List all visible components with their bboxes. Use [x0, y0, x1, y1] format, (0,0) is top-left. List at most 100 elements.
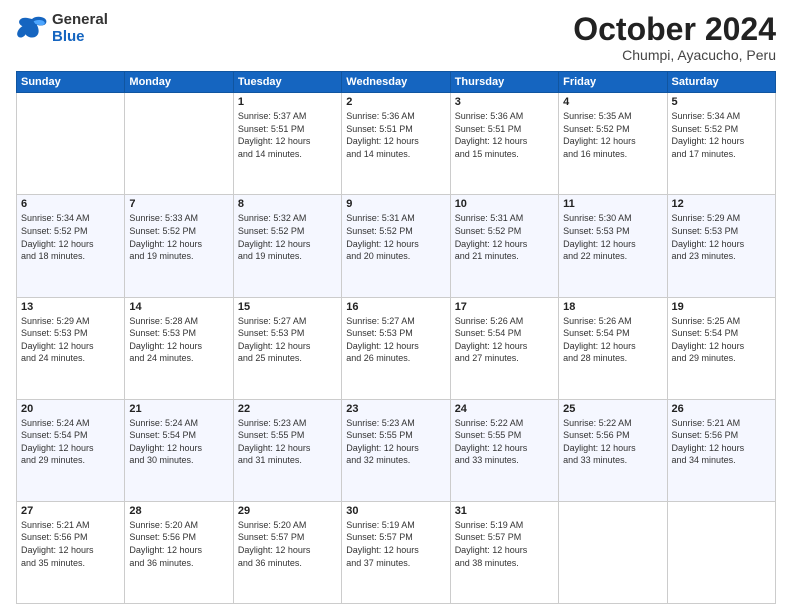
cell-info-text: Sunrise: 5:24 AM Sunset: 5:54 PM Dayligh… — [21, 417, 120, 467]
cell-info-text: Sunrise: 5:20 AM Sunset: 5:57 PM Dayligh… — [238, 519, 337, 569]
cell-info-text: Sunrise: 5:21 AM Sunset: 5:56 PM Dayligh… — [672, 417, 771, 467]
calendar-cell: 27Sunrise: 5:21 AM Sunset: 5:56 PM Dayli… — [17, 501, 125, 603]
cell-info-text: Sunrise: 5:19 AM Sunset: 5:57 PM Dayligh… — [455, 519, 554, 569]
cell-info-text: Sunrise: 5:32 AM Sunset: 5:52 PM Dayligh… — [238, 212, 337, 262]
calendar-cell: 10 Sunrise: 5:31 AM Sunset: 5:52 PM Dayli… — [450, 195, 558, 297]
header-wednesday: Wednesday — [342, 72, 450, 93]
cell-info-text: Sunrise: 5:26 AM Sunset: 5:54 PM Dayligh… — [563, 315, 662, 365]
calendar-header-row: Sunday Monday Tuesday Wednesday Thursday… — [17, 72, 776, 93]
calendar-cell: 29Sunrise: 5:20 AM Sunset: 5:57 PM Dayli… — [233, 501, 341, 603]
cell-info-text: Sunrise: 5:25 AM Sunset: 5:54 PM Dayligh… — [672, 315, 771, 365]
cell-date-number: 31 — [455, 505, 554, 517]
cell-date-number: 25 — [563, 403, 662, 415]
page-title: October 2024 — [573, 12, 776, 47]
cell-date-number: 23 — [346, 403, 445, 415]
calendar-cell: 20Sunrise: 5:24 AM Sunset: 5:54 PM Dayli… — [17, 399, 125, 501]
calendar-cell: 7Sunrise: 5:33 AM Sunset: 5:52 PM Daylig… — [125, 195, 233, 297]
calendar-cell — [17, 93, 125, 195]
header-friday: Friday — [559, 72, 667, 93]
calendar-cell: 17Sunrise: 5:26 AM Sunset: 5:54 PM Dayli… — [450, 297, 558, 399]
cell-date-number: 12 — [672, 198, 771, 210]
cell-info-text: Sunrise: 5:21 AM Sunset: 5:56 PM Dayligh… — [21, 519, 120, 569]
calendar-week-2: 6 Sunrise: 5:34 AM Sunset: 5:52 PM Daylig… — [17, 195, 776, 297]
calendar-cell: 13 Sunrise: 5:29 AM Sunset: 5:53 PM Dayli… — [17, 297, 125, 399]
cell-date-number: 13 — [21, 301, 120, 313]
cell-info-text: Sunrise: 5:31 AM Sunset: 5:52 PM Dayligh… — [346, 212, 445, 262]
calendar-cell: 19 Sunrise: 5:25 AM Sunset: 5:54 PM Dayli… — [667, 297, 775, 399]
calendar-cell: 31 Sunrise: 5:19 AM Sunset: 5:57 PM Dayli… — [450, 501, 558, 603]
calendar-cell: 5Sunrise: 5:34 AM Sunset: 5:52 PM Daylig… — [667, 93, 775, 195]
calendar-cell: 18 Sunrise: 5:26 AM Sunset: 5:54 PM Dayli… — [559, 297, 667, 399]
calendar-cell: 4 Sunrise: 5:35 AM Sunset: 5:52 PM Daylig… — [559, 93, 667, 195]
calendar-cell: 22 Sunrise: 5:23 AM Sunset: 5:55 PM Dayli… — [233, 399, 341, 501]
cell-info-text: Sunrise: 5:36 AM Sunset: 5:51 PM Dayligh… — [455, 110, 554, 160]
calendar-week-4: 20Sunrise: 5:24 AM Sunset: 5:54 PM Dayli… — [17, 399, 776, 501]
calendar-cell: 15Sunrise: 5:27 AM Sunset: 5:53 PM Dayli… — [233, 297, 341, 399]
cell-info-text: Sunrise: 5:31 AM Sunset: 5:52 PM Dayligh… — [455, 212, 554, 262]
calendar-cell: 30 Sunrise: 5:19 AM Sunset: 5:57 PM Dayli… — [342, 501, 450, 603]
calendar-cell — [559, 501, 667, 603]
cell-date-number: 10 — [455, 198, 554, 210]
cell-info-text: Sunrise: 5:29 AM Sunset: 5:53 PM Dayligh… — [672, 212, 771, 262]
calendar-cell: 11 Sunrise: 5:30 AM Sunset: 5:53 PM Dayli… — [559, 195, 667, 297]
cell-date-number: 2 — [346, 96, 445, 108]
calendar-cell — [125, 93, 233, 195]
cell-date-number: 4 — [563, 96, 662, 108]
cell-info-text: Sunrise: 5:28 AM Sunset: 5:53 PM Dayligh… — [129, 315, 228, 365]
logo-text-blue: Blue — [52, 29, 108, 46]
cell-date-number: 30 — [346, 505, 445, 517]
cell-date-number: 21 — [129, 403, 228, 415]
calendar-cell: 26Sunrise: 5:21 AM Sunset: 5:56 PM Dayli… — [667, 399, 775, 501]
cell-date-number: 22 — [238, 403, 337, 415]
cell-date-number: 28 — [129, 505, 228, 517]
cell-date-number: 3 — [455, 96, 554, 108]
cell-info-text: Sunrise: 5:29 AM Sunset: 5:53 PM Dayligh… — [21, 315, 120, 365]
calendar-cell: 9 Sunrise: 5:31 AM Sunset: 5:52 PM Daylig… — [342, 195, 450, 297]
calendar-cell: 12 Sunrise: 5:29 AM Sunset: 5:53 PM Dayli… — [667, 195, 775, 297]
cell-info-text: Sunrise: 5:23 AM Sunset: 5:55 PM Dayligh… — [238, 417, 337, 467]
cell-info-text: Sunrise: 5:37 AM Sunset: 5:51 PM Dayligh… — [238, 110, 337, 160]
cell-info-text: Sunrise: 5:23 AM Sunset: 5:55 PM Dayligh… — [346, 417, 445, 467]
cell-info-text: Sunrise: 5:34 AM Sunset: 5:52 PM Dayligh… — [672, 110, 771, 160]
calendar-week-1: 1 Sunrise: 5:37 AM Sunset: 5:51 PM Daylig… — [17, 93, 776, 195]
cell-date-number: 6 — [21, 198, 120, 210]
cell-info-text: Sunrise: 5:33 AM Sunset: 5:52 PM Dayligh… — [129, 212, 228, 262]
header-saturday: Saturday — [667, 72, 775, 93]
calendar-cell — [667, 501, 775, 603]
calendar-cell: 1 Sunrise: 5:37 AM Sunset: 5:51 PM Daylig… — [233, 93, 341, 195]
title-block: October 2024 Chumpi, Ayacucho, Peru — [573, 12, 776, 63]
calendar-cell: 14Sunrise: 5:28 AM Sunset: 5:53 PM Dayli… — [125, 297, 233, 399]
calendar-cell: 23 Sunrise: 5:23 AM Sunset: 5:55 PM Dayli… — [342, 399, 450, 501]
cell-info-text: Sunrise: 5:34 AM Sunset: 5:52 PM Dayligh… — [21, 212, 120, 262]
cell-info-text: Sunrise: 5:24 AM Sunset: 5:54 PM Dayligh… — [129, 417, 228, 467]
page-subtitle: Chumpi, Ayacucho, Peru — [573, 47, 776, 63]
cell-date-number: 24 — [455, 403, 554, 415]
calendar-table: Sunday Monday Tuesday Wednesday Thursday… — [16, 71, 776, 604]
cell-info-text: Sunrise: 5:22 AM Sunset: 5:55 PM Dayligh… — [455, 417, 554, 467]
cell-date-number: 18 — [563, 301, 662, 313]
cell-date-number: 19 — [672, 301, 771, 313]
calendar-cell: 3 Sunrise: 5:36 AM Sunset: 5:51 PM Daylig… — [450, 93, 558, 195]
calendar-week-5: 27Sunrise: 5:21 AM Sunset: 5:56 PM Dayli… — [17, 501, 776, 603]
header-thursday: Thursday — [450, 72, 558, 93]
cell-info-text: Sunrise: 5:22 AM Sunset: 5:56 PM Dayligh… — [563, 417, 662, 467]
cell-date-number: 8 — [238, 198, 337, 210]
calendar-cell: 6 Sunrise: 5:34 AM Sunset: 5:52 PM Daylig… — [17, 195, 125, 297]
calendar-cell: 25 Sunrise: 5:22 AM Sunset: 5:56 PM Dayli… — [559, 399, 667, 501]
header-monday: Monday — [125, 72, 233, 93]
cell-info-text: Sunrise: 5:30 AM Sunset: 5:53 PM Dayligh… — [563, 212, 662, 262]
calendar-cell: 21 Sunrise: 5:24 AM Sunset: 5:54 PM Dayli… — [125, 399, 233, 501]
cell-date-number: 1 — [238, 96, 337, 108]
calendar-cell: 2 Sunrise: 5:36 AM Sunset: 5:51 PM Daylig… — [342, 93, 450, 195]
cell-info-text: Sunrise: 5:19 AM Sunset: 5:57 PM Dayligh… — [346, 519, 445, 569]
cell-info-text: Sunrise: 5:35 AM Sunset: 5:52 PM Dayligh… — [563, 110, 662, 160]
logo-icon — [16, 15, 48, 43]
cell-info-text: Sunrise: 5:36 AM Sunset: 5:51 PM Dayligh… — [346, 110, 445, 160]
cell-date-number: 15 — [238, 301, 337, 313]
calendar-week-3: 13 Sunrise: 5:29 AM Sunset: 5:53 PM Dayli… — [17, 297, 776, 399]
cell-date-number: 9 — [346, 198, 445, 210]
cell-info-text: Sunrise: 5:27 AM Sunset: 5:53 PM Dayligh… — [346, 315, 445, 365]
cell-date-number: 11 — [563, 198, 662, 210]
calendar-cell: 16Sunrise: 5:27 AM Sunset: 5:53 PM Dayli… — [342, 297, 450, 399]
calendar-cell: 28Sunrise: 5:20 AM Sunset: 5:56 PM Dayli… — [125, 501, 233, 603]
